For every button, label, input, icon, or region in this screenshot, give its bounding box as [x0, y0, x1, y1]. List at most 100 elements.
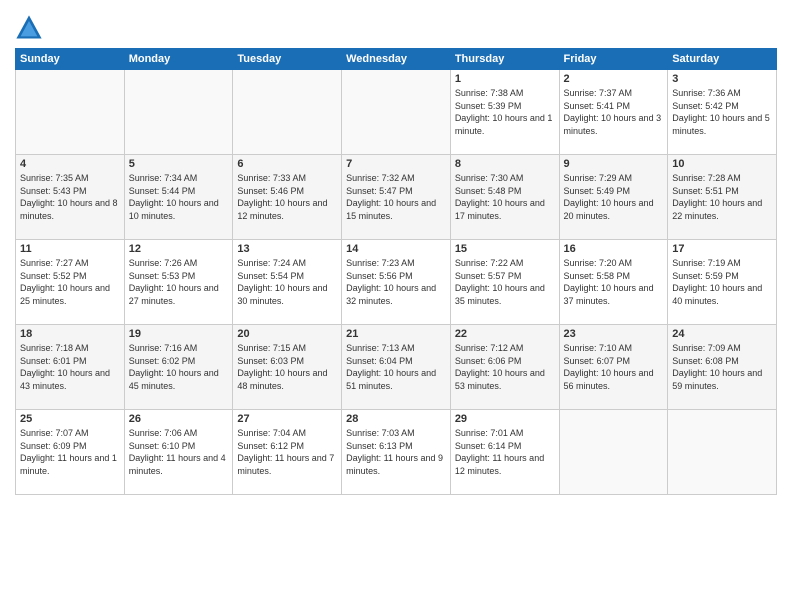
calendar-cell: 29 Sunrise: 7:01 AM Sunset: 6:14 PM Dayli… [450, 410, 559, 495]
calendar-cell: 17Sunrise: 7:19 AM Sunset: 5:59 PM Dayli… [668, 240, 777, 325]
weekday-header: Wednesday [342, 49, 451, 70]
day-info: Sunrise: 7:22 AM Sunset: 5:57 PM Dayligh… [455, 257, 555, 307]
calendar-week-row: 4 Sunrise: 7:35 AM Sunset: 5:43 PM Daylig… [16, 155, 777, 240]
day-number: 27 [237, 413, 337, 425]
calendar-cell: 4 Sunrise: 7:35 AM Sunset: 5:43 PM Daylig… [16, 155, 125, 240]
day-info: Sunrise: 7:29 AM Sunset: 5:49 PM Dayligh… [564, 172, 664, 222]
day-number: 18 [20, 328, 120, 340]
day-number: 28 [346, 413, 446, 425]
day-info: Sunrise: 7:38 AM Sunset: 5:39 PM Dayligh… [455, 87, 555, 137]
day-number: 13 [237, 243, 337, 255]
calendar-cell: 28Sunrise: 7:03 AM Sunset: 6:13 PM Dayli… [342, 410, 451, 495]
logo [15, 14, 45, 42]
calendar-cell: 1 Sunrise: 7:38 AM Sunset: 5:39 PM Daylig… [450, 70, 559, 155]
calendar-cell: 26 Sunrise: 7:06 AM Sunset: 6:10 PM Dayli… [124, 410, 233, 495]
day-info: Sunrise: 7:36 AM Sunset: 5:42 PM Dayligh… [672, 87, 772, 137]
day-info: Sunrise: 7:35 AM Sunset: 5:43 PM Dayligh… [20, 172, 120, 222]
day-number: 14 [346, 243, 446, 255]
header [15, 10, 777, 42]
calendar-cell: 9 Sunrise: 7:29 AM Sunset: 5:49 PM Daylig… [559, 155, 668, 240]
calendar-cell: 11 Sunrise: 7:27 AM Sunset: 5:52 PM Dayli… [16, 240, 125, 325]
calendar-cell: 2 Sunrise: 7:37 AM Sunset: 5:41 PM Daylig… [559, 70, 668, 155]
calendar-table: SundayMondayTuesdayWednesdayThursdayFrid… [15, 48, 777, 495]
day-number: 25 [20, 413, 120, 425]
calendar-week-row: 1 Sunrise: 7:38 AM Sunset: 5:39 PM Daylig… [16, 70, 777, 155]
day-info: Sunrise: 7:10 AM Sunset: 6:07 PM Dayligh… [564, 342, 664, 392]
calendar-body: 1 Sunrise: 7:38 AM Sunset: 5:39 PM Daylig… [16, 70, 777, 495]
calendar-cell: 20Sunrise: 7:15 AM Sunset: 6:03 PM Dayli… [233, 325, 342, 410]
calendar-cell [559, 410, 668, 495]
header-row: SundayMondayTuesdayWednesdayThursdayFrid… [16, 49, 777, 70]
weekday-header: Tuesday [233, 49, 342, 70]
day-info: Sunrise: 7:16 AM Sunset: 6:02 PM Dayligh… [129, 342, 229, 392]
day-number: 17 [672, 243, 772, 255]
day-info: Sunrise: 7:20 AM Sunset: 5:58 PM Dayligh… [564, 257, 664, 307]
day-number: 4 [20, 158, 120, 170]
calendar-cell: 7 Sunrise: 7:32 AM Sunset: 5:47 PM Daylig… [342, 155, 451, 240]
calendar-cell: 25 Sunrise: 7:07 AM Sunset: 6:09 PM Dayli… [16, 410, 125, 495]
day-info: Sunrise: 7:07 AM Sunset: 6:09 PM Dayligh… [20, 427, 120, 477]
day-number: 24 [672, 328, 772, 340]
calendar-cell [668, 410, 777, 495]
calendar-cell: 23Sunrise: 7:10 AM Sunset: 6:07 PM Dayli… [559, 325, 668, 410]
day-info: Sunrise: 7:18 AM Sunset: 6:01 PM Dayligh… [20, 342, 120, 392]
calendar-cell: 6Sunrise: 7:33 AM Sunset: 5:46 PM Daylig… [233, 155, 342, 240]
weekday-header: Monday [124, 49, 233, 70]
day-number: 12 [129, 243, 229, 255]
day-info: Sunrise: 7:26 AM Sunset: 5:53 PM Dayligh… [129, 257, 229, 307]
day-number: 2 [564, 73, 664, 85]
day-info: Sunrise: 7:28 AM Sunset: 5:51 PM Dayligh… [672, 172, 772, 222]
day-number: 29 [455, 413, 555, 425]
logo-icon [15, 14, 43, 42]
calendar-cell [233, 70, 342, 155]
day-info: Sunrise: 7:32 AM Sunset: 5:47 PM Dayligh… [346, 172, 446, 222]
calendar-cell: 22 Sunrise: 7:12 AM Sunset: 6:06 PM Dayli… [450, 325, 559, 410]
calendar-cell: 12 Sunrise: 7:26 AM Sunset: 5:53 PM Dayli… [124, 240, 233, 325]
weekday-header: Friday [559, 49, 668, 70]
weekday-header: Sunday [16, 49, 125, 70]
day-number: 7 [346, 158, 446, 170]
day-number: 22 [455, 328, 555, 340]
day-info: Sunrise: 7:23 AM Sunset: 5:56 PM Dayligh… [346, 257, 446, 307]
day-info: Sunrise: 7:06 AM Sunset: 6:10 PM Dayligh… [129, 427, 229, 477]
calendar-cell [16, 70, 125, 155]
day-number: 11 [20, 243, 120, 255]
day-number: 20 [237, 328, 337, 340]
page: SundayMondayTuesdayWednesdayThursdayFrid… [0, 0, 792, 612]
calendar-cell: 8Sunrise: 7:30 AM Sunset: 5:48 PM Daylig… [450, 155, 559, 240]
day-info: Sunrise: 7:34 AM Sunset: 5:44 PM Dayligh… [129, 172, 229, 222]
day-number: 21 [346, 328, 446, 340]
day-number: 19 [129, 328, 229, 340]
calendar-cell: 5 Sunrise: 7:34 AM Sunset: 5:44 PM Daylig… [124, 155, 233, 240]
day-number: 1 [455, 73, 555, 85]
weekday-header: Thursday [450, 49, 559, 70]
day-number: 9 [564, 158, 664, 170]
calendar-cell: 14 Sunrise: 7:23 AM Sunset: 5:56 PM Dayli… [342, 240, 451, 325]
calendar-cell [342, 70, 451, 155]
day-number: 26 [129, 413, 229, 425]
day-info: Sunrise: 7:12 AM Sunset: 6:06 PM Dayligh… [455, 342, 555, 392]
calendar-header: SundayMondayTuesdayWednesdayThursdayFrid… [16, 49, 777, 70]
day-info: Sunrise: 7:09 AM Sunset: 6:08 PM Dayligh… [672, 342, 772, 392]
calendar-cell: 16 Sunrise: 7:20 AM Sunset: 5:58 PM Dayli… [559, 240, 668, 325]
day-info: Sunrise: 7:37 AM Sunset: 5:41 PM Dayligh… [564, 87, 664, 137]
day-info: Sunrise: 7:01 AM Sunset: 6:14 PM Dayligh… [455, 427, 555, 477]
calendar-cell: 21 Sunrise: 7:13 AM Sunset: 6:04 PM Dayli… [342, 325, 451, 410]
day-info: Sunrise: 7:24 AM Sunset: 5:54 PM Dayligh… [237, 257, 337, 307]
day-info: Sunrise: 7:27 AM Sunset: 5:52 PM Dayligh… [20, 257, 120, 307]
day-number: 5 [129, 158, 229, 170]
calendar-cell: 19 Sunrise: 7:16 AM Sunset: 6:02 PM Dayli… [124, 325, 233, 410]
calendar-week-row: 11 Sunrise: 7:27 AM Sunset: 5:52 PM Dayli… [16, 240, 777, 325]
day-number: 16 [564, 243, 664, 255]
day-info: Sunrise: 7:33 AM Sunset: 5:46 PM Dayligh… [237, 172, 337, 222]
day-info: Sunrise: 7:30 AM Sunset: 5:48 PM Dayligh… [455, 172, 555, 222]
calendar-cell: 18 Sunrise: 7:18 AM Sunset: 6:01 PM Dayli… [16, 325, 125, 410]
day-number: 15 [455, 243, 555, 255]
calendar-cell: 24 Sunrise: 7:09 AM Sunset: 6:08 PM Dayli… [668, 325, 777, 410]
day-info: Sunrise: 7:04 AM Sunset: 6:12 PM Dayligh… [237, 427, 337, 477]
calendar-cell [124, 70, 233, 155]
calendar-cell: 13 Sunrise: 7:24 AM Sunset: 5:54 PM Dayli… [233, 240, 342, 325]
calendar-cell: 27 Sunrise: 7:04 AM Sunset: 6:12 PM Dayli… [233, 410, 342, 495]
calendar-cell: 3Sunrise: 7:36 AM Sunset: 5:42 PM Daylig… [668, 70, 777, 155]
day-info: Sunrise: 7:13 AM Sunset: 6:04 PM Dayligh… [346, 342, 446, 392]
